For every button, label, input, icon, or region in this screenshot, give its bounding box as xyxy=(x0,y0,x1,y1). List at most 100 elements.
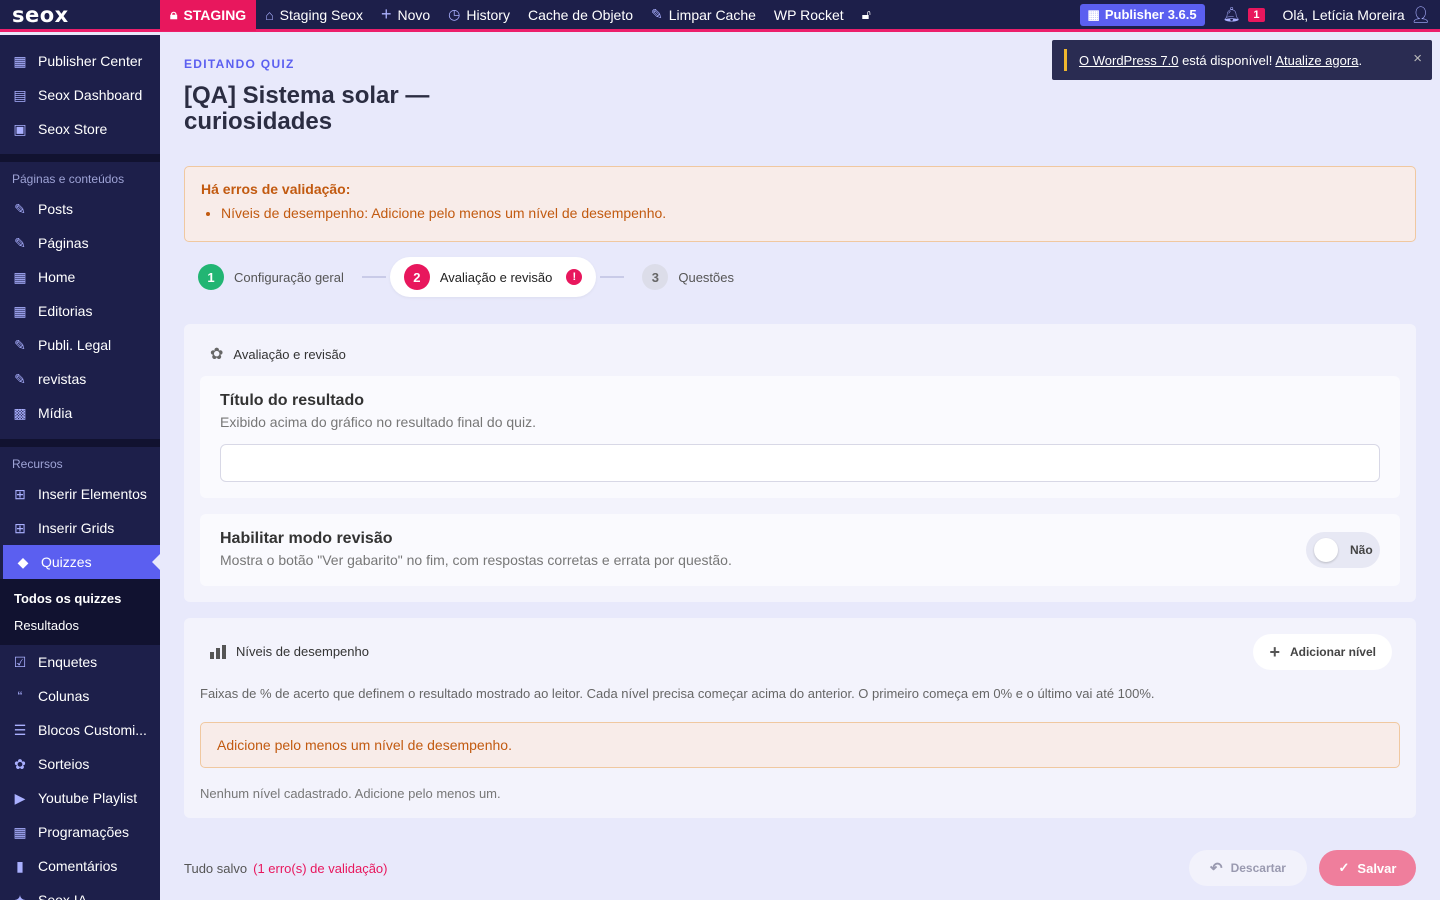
review-mode-toggle[interactable]: Não xyxy=(1306,532,1380,568)
checklist-icon: ☑ xyxy=(13,653,27,670)
update-notice: O WordPress 7.0 está disponível! Atualiz… xyxy=(1052,40,1432,80)
step-configuracao-geral[interactable]: 1 Configuração geral xyxy=(184,257,358,297)
object-cache-label: Cache de Objeto xyxy=(527,6,634,23)
sidebar-item-inserir-elementos[interactable]: ⊞ Inserir Elementos xyxy=(0,477,160,511)
wp-rocket-label: WP Rocket xyxy=(773,6,844,23)
add-level-button[interactable]: + Adicionar nível xyxy=(1253,634,1392,670)
seox-logo[interactable]: seox xyxy=(0,3,160,27)
object-cache-menu[interactable]: Cache de Objeto xyxy=(519,0,642,31)
sidebar-item-label: Quizzes xyxy=(41,554,92,570)
media-icon: ▩ xyxy=(13,404,27,421)
history-icon: ◷ xyxy=(448,6,461,22)
sidebar-item-seox-ia[interactable]: ✦ Seox IA xyxy=(0,883,160,900)
sidebar-item-editorias[interactable]: ▦ Editorias xyxy=(0,294,160,328)
sidebar-item-label: Seox Store xyxy=(38,121,108,137)
account-menu[interactable]: Olá, Letícia Moreira 👤︎ xyxy=(1274,0,1440,31)
save-status: Tudo salvo (1 erro(s) de validação) xyxy=(184,861,388,876)
step-connector xyxy=(361,276,386,278)
sidebar-item-midia[interactable]: ▩ Mídia xyxy=(0,396,160,430)
undo-icon: ↶ xyxy=(1210,860,1223,877)
sidebar-item-paginas[interactable]: ✎ Páginas xyxy=(0,226,160,260)
list-icon: ☰ xyxy=(13,721,27,738)
sidebar-item-inserir-grids[interactable]: ⊞ Inserir Grids xyxy=(0,511,160,545)
page-title: [QA] Sistema solar — curiosidades xyxy=(184,82,430,135)
validation-error-box: Há erros de validação: Níveis de desempe… xyxy=(184,166,1416,242)
wp-rocket-menu[interactable]: WP Rocket xyxy=(765,0,853,31)
save-status-text: Tudo salvo xyxy=(184,861,248,876)
plus-square-icon: ⊞ xyxy=(14,519,26,536)
sidebar-item-label: Mídia xyxy=(38,405,73,421)
stepper: 1 Configuração geral 2 Avaliação e revis… xyxy=(184,257,748,297)
new-menu[interactable]: + Novo xyxy=(372,0,439,31)
step-number: 2 xyxy=(403,264,430,290)
sidebar-item-youtube-playlist[interactable]: ▶ Youtube Playlist xyxy=(0,781,160,815)
sidebar-item-seox-store[interactable]: ▣ Seox Store xyxy=(0,112,160,146)
quizzes-submenu: Todos os quizzes Resultados xyxy=(0,579,160,645)
sidebar-item-programacoes[interactable]: ▦ Programações xyxy=(0,815,160,849)
close-icon[interactable]: × xyxy=(1413,50,1422,67)
staging-badge[interactable]: 🔒︎ STAGING xyxy=(160,0,257,31)
sidebar-item-colunas[interactable]: “ Colunas xyxy=(0,679,160,713)
sparkle-icon: ✦ xyxy=(14,891,26,900)
levels-empty-state: Nenhum nível cadastrado. Adicione pelo m… xyxy=(200,786,501,801)
step-questoes[interactable]: 3 Questões xyxy=(628,257,748,297)
history-label: History xyxy=(466,6,510,23)
bell-icon: 🔔︎ xyxy=(1222,6,1241,22)
notification-count: 1 xyxy=(1248,7,1265,22)
sidebar-item-label: Seox IA xyxy=(38,892,88,900)
sidebar-item-label: Colunas xyxy=(38,688,90,704)
main-content: EDITANDO QUIZ [QA] Sistema solar — curio… xyxy=(160,35,1440,900)
sidebar-item-label: Seox Dashboard xyxy=(38,87,143,103)
publisher-icon: ▦ xyxy=(1087,6,1100,22)
update-now-link[interactable]: Atualize agora xyxy=(1275,53,1358,68)
notice-accent-bar xyxy=(1064,49,1067,71)
add-level-label: Adicionar nível xyxy=(1289,645,1376,659)
plus-icon: + xyxy=(1269,641,1280,662)
edit-icon: ✎ xyxy=(14,200,26,217)
submenu-item-resultados[interactable]: Resultados xyxy=(0,612,160,639)
sidebar-item-publisher-center[interactable]: ▦ Publisher Center xyxy=(0,44,160,78)
sidebar-item-revistas[interactable]: ✎ revistas xyxy=(0,362,160,396)
sidebar-section-title: Páginas e conteúdos xyxy=(12,172,125,186)
sidebar-item-blocos[interactable]: ☰ Blocos Customi... xyxy=(0,713,160,747)
notifications-menu[interactable]: 🔔︎ 1 xyxy=(1214,0,1274,31)
notice-period: . xyxy=(1358,52,1363,68)
lock-icon: 🔒︎ xyxy=(170,6,178,22)
sidebar-item-posts[interactable]: ✎ Posts xyxy=(0,192,160,226)
sidebar-item-seox-dashboard[interactable]: ▤ Seox Dashboard xyxy=(0,78,160,112)
unlock-toggle[interactable]: 🔓︎ xyxy=(853,0,880,31)
discard-label: Descartar xyxy=(1230,861,1286,875)
result-title-input[interactable] xyxy=(220,444,1380,482)
step-label: Avaliação e revisão xyxy=(439,269,553,285)
sidebar-separator xyxy=(0,439,160,447)
site-label: Staging Seox xyxy=(279,6,363,23)
sidebar-item-enquetes[interactable]: ☑ Enquetes xyxy=(0,645,160,679)
levels-warning: Adicione pelo menos um nível de desempen… xyxy=(200,722,1400,768)
history-menu[interactable]: ◷ History xyxy=(439,0,519,31)
save-button[interactable]: ✓ Salvar xyxy=(1319,850,1416,886)
sidebar-item-quizzes[interactable]: ◆ Quizzes xyxy=(3,545,160,579)
wordpress-version-link[interactable]: O WordPress 7.0 xyxy=(1079,53,1178,68)
calendar-icon: ▦ xyxy=(13,823,27,840)
discard-button[interactable]: ↶ Descartar xyxy=(1189,850,1307,886)
step-number: 1 xyxy=(198,264,224,290)
edit-icon: ✎ xyxy=(14,336,26,353)
site-link[interactable]: ⌂ Staging Seox xyxy=(256,0,372,31)
submenu-item-todos-quizzes[interactable]: Todos os quizzes xyxy=(0,585,160,612)
sidebar-item-label: Páginas xyxy=(38,235,89,251)
sidebar-item-publi-legal[interactable]: ✎ Publi. Legal xyxy=(0,328,160,362)
chart-icon: ▤ xyxy=(13,86,27,103)
page-kicker: EDITANDO QUIZ xyxy=(184,57,295,71)
store-icon: ▣ xyxy=(13,120,27,137)
clear-cache-menu[interactable]: ✎ Limpar Cache xyxy=(642,0,765,31)
edit-icon: ✎ xyxy=(14,370,26,387)
sidebar-item-label: Comentários xyxy=(38,858,118,874)
validation-error-count[interactable]: (1 erro(s) de validação) xyxy=(253,861,387,876)
notice-text: está disponível! xyxy=(1178,52,1276,68)
field-description: Mostra o botão "Ver gabarito" no fim, co… xyxy=(220,552,732,568)
step-avaliacao-revisao[interactable]: 2 Avaliação e revisão ! xyxy=(389,257,597,297)
publisher-menu[interactable]: ▦ Publisher 3.6.5 xyxy=(1071,0,1214,31)
sidebar-item-comentarios[interactable]: ▮ Comentários xyxy=(0,849,160,883)
sidebar-item-home[interactable]: ▦ Home xyxy=(0,260,160,294)
sidebar-item-sorteios[interactable]: ✿ Sorteios xyxy=(0,747,160,781)
